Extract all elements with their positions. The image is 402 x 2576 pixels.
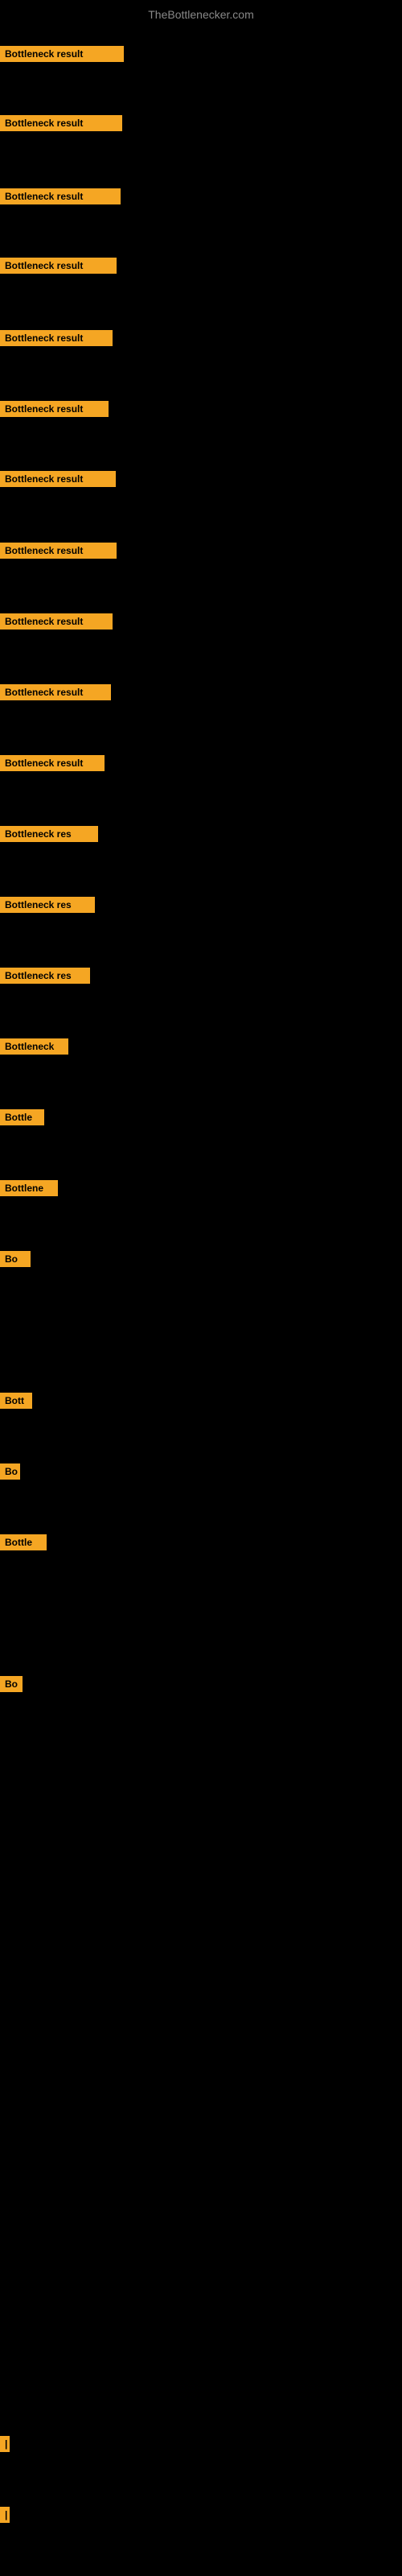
bottleneck-badge-10: Bottleneck result: [0, 684, 111, 700]
bottleneck-badge-13: Bottleneck res: [0, 897, 95, 913]
bottleneck-badge-12: Bottleneck res: [0, 826, 98, 842]
bottleneck-badge-11: Bottleneck result: [0, 755, 105, 771]
bottleneck-badge-23: |: [0, 2436, 10, 2452]
bottleneck-badge-16: Bottle: [0, 1109, 44, 1125]
bottleneck-badge-24: |: [0, 2507, 10, 2523]
bottleneck-badge-18: Bo: [0, 1251, 31, 1267]
bottleneck-badge-3: Bottleneck result: [0, 188, 121, 204]
bottleneck-badge-19: Bott: [0, 1393, 32, 1409]
bottleneck-badge-8: Bottleneck result: [0, 543, 117, 559]
bottleneck-badge-17: Bottlene: [0, 1180, 58, 1196]
bottleneck-badge-4: Bottleneck result: [0, 258, 117, 274]
bottleneck-badge-20: Bo: [0, 1463, 20, 1480]
site-title: TheBottlenecker.com: [0, 4, 402, 25]
bottleneck-badge-9: Bottleneck result: [0, 613, 113, 630]
bottleneck-badge-1: Bottleneck result: [0, 46, 124, 62]
bottleneck-badge-5: Bottleneck result: [0, 330, 113, 346]
bottleneck-badge-21: Bottle: [0, 1534, 47, 1550]
bottleneck-badge-7: Bottleneck result: [0, 471, 116, 487]
bottleneck-badge-22: Bo: [0, 1676, 23, 1692]
bottleneck-badge-14: Bottleneck res: [0, 968, 90, 984]
bottleneck-badge-2: Bottleneck result: [0, 115, 122, 131]
bottleneck-badge-6: Bottleneck result: [0, 401, 109, 417]
bottleneck-badge-15: Bottleneck: [0, 1038, 68, 1055]
